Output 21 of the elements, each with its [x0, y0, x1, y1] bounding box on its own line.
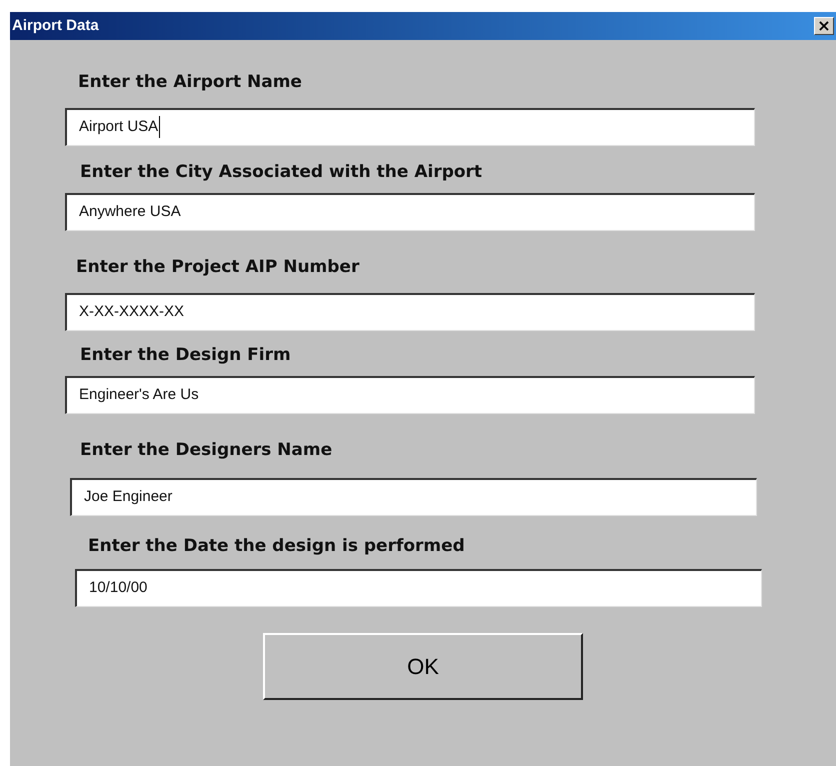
field-value: Anywhere USA: [79, 202, 182, 222]
field-label: Enter the Design Firm: [80, 344, 291, 364]
field-label: Enter the Project AIP Number: [76, 257, 360, 277]
close-button[interactable]: ×: [814, 17, 834, 35]
field-value: Airport USA: [79, 116, 160, 138]
field-value: 10/10/00: [89, 578, 148, 598]
field-value: Engineer's Are Us: [79, 385, 200, 406]
text-field[interactable]: Anywhere USA: [65, 193, 755, 231]
field-label: Enter the Date the design is performed: [88, 536, 465, 556]
text-field[interactable]: Airport USA: [65, 108, 755, 146]
field-value: X-XX-XXXX-XX: [79, 302, 186, 322]
field-label: Enter the Airport Name: [78, 72, 302, 92]
text-field[interactable]: Joe Engineer: [70, 478, 757, 516]
text-field[interactable]: 10/10/00: [75, 569, 762, 607]
field-label: Enter the Designers Name: [80, 440, 332, 460]
text-field[interactable]: X-XX-XXXX-XX: [65, 292, 755, 330]
text-field[interactable]: Engineer's Are Us: [65, 376, 755, 414]
ok-button[interactable]: OK: [263, 633, 583, 700]
window-title: Airport Data: [12, 16, 99, 36]
field-label: Enter the City Associated with the Airport: [80, 162, 482, 182]
field-value: Joe Engineer: [84, 486, 174, 507]
